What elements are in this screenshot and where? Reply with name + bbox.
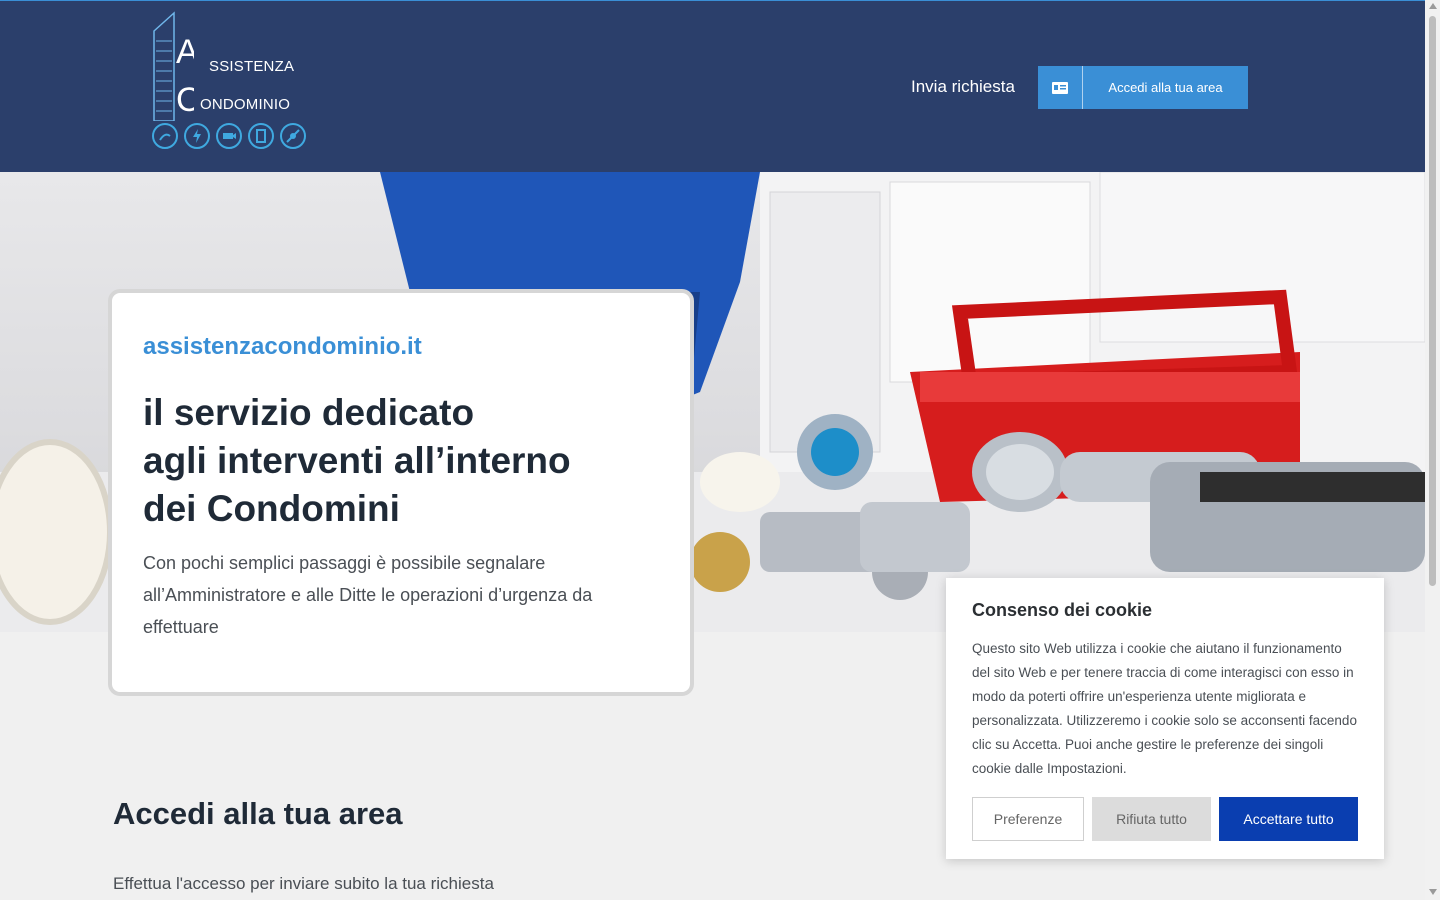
cookie-buttons: Preferenze Rifiuta tutto Accettare tutto — [972, 797, 1358, 841]
page-scrollbar[interactable] — [1425, 0, 1440, 900]
building-logo-icon: A C — [153, 11, 194, 121]
hero-title-line: agli interventi all’interno — [143, 440, 571, 481]
door-icon — [248, 123, 274, 149]
svg-text:A: A — [176, 33, 194, 71]
hero-title-line: il servizio dedicato — [143, 392, 475, 433]
scrollbar-thumb[interactable] — [1429, 16, 1436, 586]
site-logo[interactable]: A C SSISTENZA ONDOMINIO — [150, 11, 310, 151]
logo-text-assistenza: SSISTENZA — [209, 58, 295, 75]
camera-icon — [216, 123, 242, 149]
accedi-area-button[interactable]: Accedi alla tua area — [1038, 66, 1248, 109]
cookie-title: Consenso dei cookie — [972, 600, 1153, 620]
hero-card: assistenzacondominio.it il servizio dedi… — [108, 289, 694, 696]
cookie-consent-dialog: Consenso dei cookie Questo sito Web util… — [946, 578, 1384, 859]
id-card-icon — [1038, 66, 1083, 109]
electric-icon — [184, 123, 210, 149]
nav-invia-richiesta[interactable]: Invia richiesta — [911, 77, 1015, 97]
hero-site-name: assistenzacondominio.it — [143, 333, 422, 360]
scroll-up-icon[interactable] — [1429, 3, 1437, 9]
svg-text:C: C — [176, 81, 194, 119]
plumbing-icon — [152, 123, 178, 149]
accept-all-button[interactable]: Accettare tutto — [1219, 797, 1358, 841]
section-title: Accedi alla tua area — [113, 796, 403, 831]
reject-all-button[interactable]: Rifiuta tutto — [1092, 797, 1211, 841]
cookie-text: Questo sito Web utilizza i cookie che ai… — [972, 641, 1357, 776]
hero-description: Con pochi semplici passaggi è possibile … — [143, 553, 593, 637]
hero-title: il servizio dedicato agli interventi all… — [143, 389, 660, 533]
accedi-area-label: Accedi alla tua area — [1108, 80, 1223, 95]
site-header: A C SSISTENZA ONDOMINIO Invia richiesta — [0, 0, 1425, 172]
hero-title-line: dei Condomini — [143, 488, 400, 529]
pest-icon — [280, 123, 306, 149]
logo-service-icons — [152, 123, 306, 149]
logo-text-condominio: ONDOMINIO — [200, 96, 291, 113]
scroll-down-icon[interactable] — [1429, 889, 1437, 895]
section-description: Effettua l'accesso per inviare subito la… — [113, 874, 494, 893]
preferences-button[interactable]: Preferenze — [972, 797, 1084, 841]
